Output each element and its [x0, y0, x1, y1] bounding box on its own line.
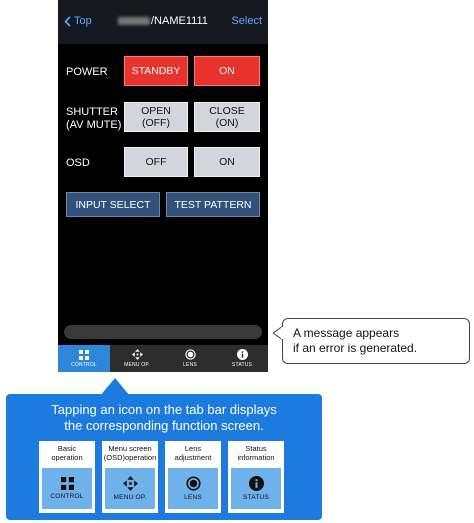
- card-menu-op-icon-box: MENU OP.: [105, 468, 155, 509]
- tab-control[interactable]: CONTROL: [58, 345, 110, 372]
- chevron-left-icon: [64, 15, 71, 27]
- lens-icon: [184, 349, 196, 360]
- callout-joint: [281, 327, 284, 339]
- input-select-button[interactable]: INPUT SELECT: [66, 192, 160, 217]
- card-lens-icon-box: LENS: [168, 468, 218, 509]
- back-button[interactable]: Top: [64, 15, 92, 27]
- card-basic-operation-label: Basic operation: [51, 444, 83, 462]
- card-status-information-label: Status information: [237, 444, 275, 462]
- osd-off-button[interactable]: OFF: [124, 147, 188, 177]
- message-bar: [64, 325, 262, 339]
- info-icon: [248, 476, 264, 491]
- power-label: POWER: [66, 66, 108, 78]
- shutter-label: SHUTTER (AV MUTE): [66, 106, 122, 131]
- card-status-label: STATUS: [243, 494, 269, 501]
- card-status-information: Status information STATUS: [228, 441, 284, 513]
- info-icon: [236, 349, 248, 360]
- card-control-icon-box: CONTROL: [42, 468, 92, 509]
- card-status-icon-box: STATUS: [231, 468, 281, 509]
- tab-lens-label: LENS: [183, 362, 197, 368]
- card-lens-label: LENS: [184, 494, 202, 501]
- page-title: /NAME1111: [118, 15, 208, 27]
- power-on-button[interactable]: ON: [194, 56, 260, 86]
- tab-status[interactable]: STATUS: [216, 345, 268, 372]
- tab-status-label: STATUS: [231, 362, 253, 368]
- card-menu-operation: Menu screen (OSD)operation MENU OP.: [102, 441, 158, 513]
- tab-menu-op[interactable]: MENU OP.: [111, 345, 163, 372]
- tab-lens[interactable]: LENS: [164, 345, 216, 372]
- test-pattern-button[interactable]: TEST PATTERN: [166, 192, 260, 217]
- osd-label: OSD: [66, 157, 90, 169]
- info-title-line-1: Tapping an icon on the tab bar displays: [51, 402, 277, 417]
- shutter-open-button[interactable]: OPEN (OFF): [124, 102, 188, 132]
- grid-icon: [79, 349, 89, 360]
- tab-bar: CONTROL MENU OP. LENS STATUS: [58, 345, 268, 372]
- card-basic-operation: Basic operation CONTROL: [39, 441, 95, 513]
- grid-icon: [60, 477, 74, 490]
- tab-menu-op-label: MENU OP.: [124, 362, 150, 368]
- card-menu-op-label: MENU OP.: [113, 494, 147, 501]
- move-arrows-icon: [122, 476, 138, 491]
- card-menu-operation-label: Menu screen (OSD)operation: [103, 444, 157, 462]
- card-control-label: CONTROL: [50, 493, 84, 500]
- back-label: Top: [74, 15, 92, 27]
- redacted-id: [118, 17, 150, 26]
- navigation-bar: Top /NAME1111 Select: [58, 0, 268, 44]
- tab-control-label: CONTROL: [71, 361, 97, 368]
- info-title-line-2: the corresponding function screen.: [64, 418, 264, 433]
- page-title-text: /NAME1111: [151, 15, 208, 27]
- callout-line-1: A message appears: [293, 326, 400, 340]
- callout-line-2: if an error is generated.: [293, 341, 418, 355]
- phone-screen: Top /NAME1111 Select POWER STANDBY ON SH…: [58, 0, 268, 372]
- info-panel-title: Tapping an icon on the tab bar displays …: [6, 402, 322, 434]
- standby-button[interactable]: STANDBY: [124, 56, 188, 86]
- osd-on-button[interactable]: ON: [194, 147, 260, 177]
- info-panel: Tapping an icon on the tab bar displays …: [6, 394, 322, 520]
- select-button[interactable]: Select: [231, 15, 262, 27]
- move-arrows-icon: [131, 349, 143, 360]
- shutter-close-button[interactable]: CLOSE (ON): [194, 102, 260, 132]
- card-lens-adjustment-label: Lens adjustment: [174, 444, 212, 462]
- error-message-callout: A message appears if an error is generat…: [282, 318, 470, 364]
- card-lens-adjustment: Lens adjustment LENS: [165, 441, 221, 513]
- lens-icon: [185, 476, 201, 491]
